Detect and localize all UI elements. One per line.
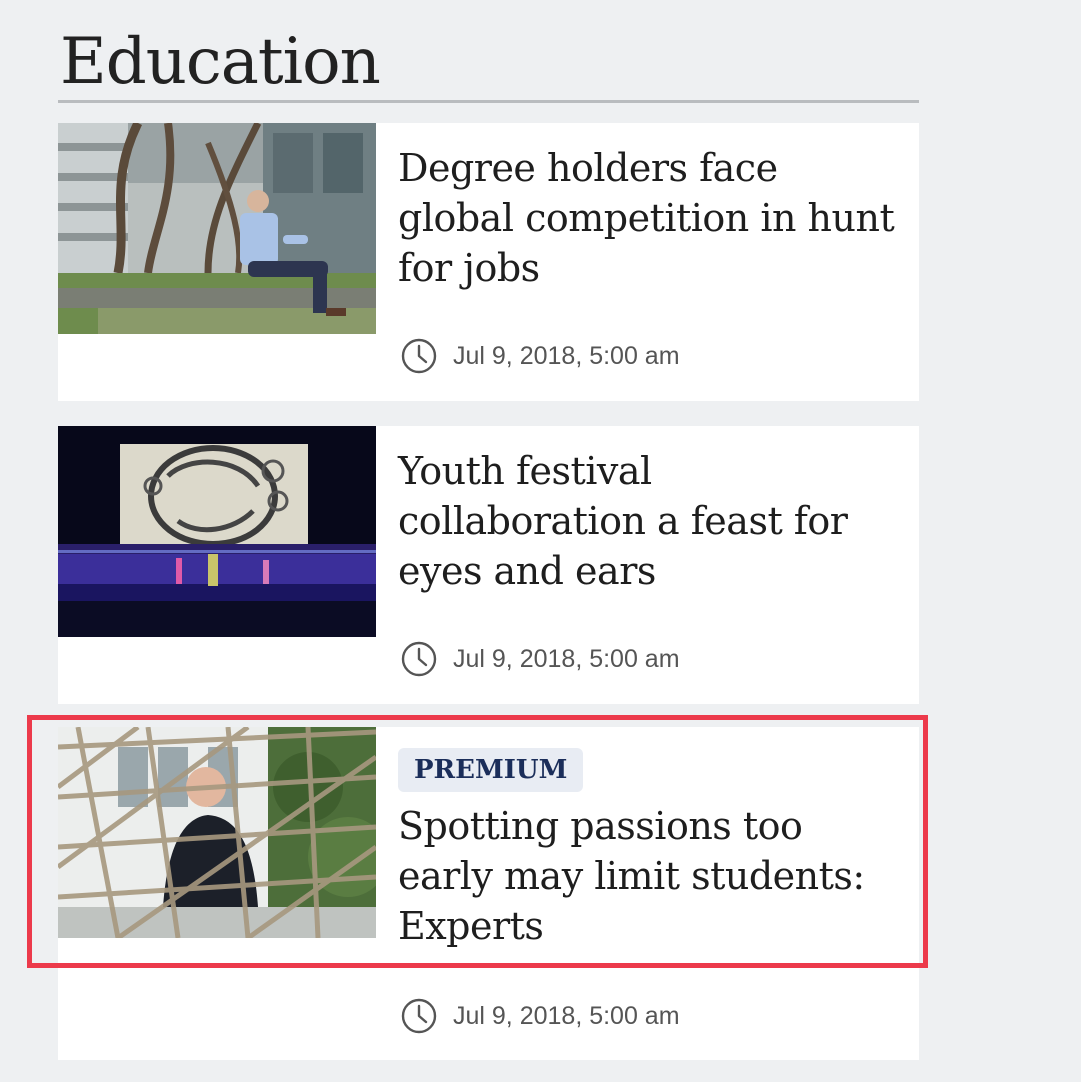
article-headline[interactable]: Degree holders face global competition i… [398, 143, 898, 293]
article-thumbnail[interactable] [58, 123, 376, 334]
article-timestamp: Jul 9, 2018, 5:00 am [453, 1001, 680, 1030]
article-thumbnail[interactable] [58, 426, 376, 637]
section-divider [58, 100, 919, 103]
article-timestamp: Jul 9, 2018, 5:00 am [453, 341, 680, 370]
article-meta: Jul 9, 2018, 5:00 am [400, 640, 680, 678]
article-thumbnail[interactable] [58, 727, 376, 938]
article-card[interactable]: PREMIUM Spotting passions too early may … [58, 727, 919, 1060]
section-title: Education [60, 25, 381, 99]
premium-badge: PREMIUM [398, 748, 584, 792]
article-card[interactable]: Degree holders face global competition i… [58, 123, 919, 401]
article-meta: Jul 9, 2018, 5:00 am [400, 337, 680, 375]
article-timestamp: Jul 9, 2018, 5:00 am [453, 644, 680, 673]
clock-icon [401, 641, 437, 677]
article-card[interactable]: Youth festival collaboration a feast for… [58, 426, 919, 704]
clock-icon [401, 998, 437, 1034]
article-meta: Jul 9, 2018, 5:00 am [400, 997, 680, 1035]
article-headline[interactable]: Spotting passions too early may limit st… [398, 801, 898, 951]
clock-icon [401, 338, 437, 374]
article-headline[interactable]: Youth festival collaboration a feast for… [398, 446, 898, 596]
